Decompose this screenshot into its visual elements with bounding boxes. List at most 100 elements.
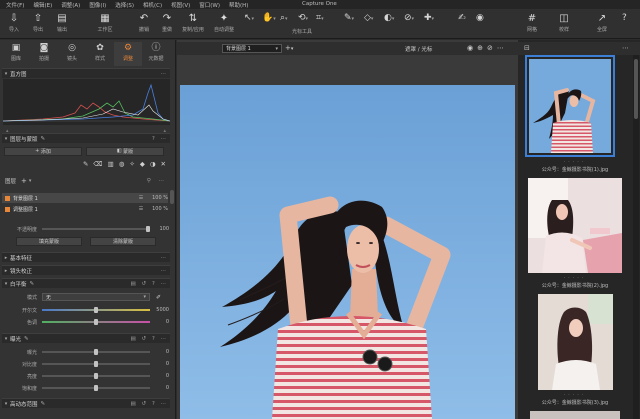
filmstrip-scrollbar[interactable]	[633, 55, 639, 419]
add-layer-button[interactable]: + 添加	[4, 146, 82, 156]
hdr-header[interactable]: ▾ 高动态范围 ✎ ▤ ↺ ? ⋯	[2, 398, 170, 408]
more-icon[interactable]: ⋯	[497, 44, 504, 52]
tab-metadata[interactable]: ⓘ 元数据	[142, 42, 170, 66]
more-icon[interactable]: ⋯	[622, 44, 629, 52]
header-actions-icon[interactable]: ▤ ↺ ? ⋯	[131, 336, 170, 342]
kelvin-slider[interactable]	[42, 307, 150, 313]
star-rating[interactable]: ·····	[518, 275, 632, 281]
layer-row[interactable]: 背景图层 1 ☰ 100 %	[2, 193, 168, 203]
pan-icon[interactable]: ✋▾	[262, 13, 276, 23]
header-actions-icon[interactable]: ⋯	[161, 268, 171, 274]
saturation-knob[interactable]	[94, 385, 98, 391]
exposure-header[interactable]: ▾ 曝光 ✎ ▤ ↺ ? ⋯	[2, 333, 170, 343]
heal-icon[interactable]: ✚▾	[424, 13, 434, 23]
brush-tool-icon[interactable]: ✎	[83, 160, 88, 168]
chevron-down-icon[interactable]: ▾	[29, 178, 32, 184]
refine-icon[interactable]: ◑	[150, 160, 156, 168]
basic-characteristics-header[interactable]: ▸ 基本特征 ⋯	[2, 252, 170, 262]
menu-select[interactable]: 选择(S)	[115, 1, 134, 9]
brush-icon[interactable]: ✎▾	[344, 13, 354, 23]
header-actions-icon[interactable]: ▤ ↺ ? ⋯	[131, 281, 170, 287]
menu-adjust[interactable]: 调整(A)	[61, 1, 80, 9]
header-actions-icon[interactable]: ⋯	[161, 255, 171, 261]
eyedropper-icon[interactable]: ✐	[156, 294, 161, 301]
magic-brush-icon[interactable]: ✧	[129, 160, 134, 168]
contrast-value[interactable]: 0	[155, 361, 169, 367]
menu-camera[interactable]: 相机(C)	[143, 1, 162, 9]
grid-button[interactable]: # 网格	[518, 11, 546, 33]
tab-library[interactable]: ▣ 图库	[2, 42, 30, 66]
workspace-button[interactable]: ▦ 工作区	[88, 11, 122, 33]
star-rating[interactable]: ·····	[518, 159, 632, 165]
contrast-slider[interactable]	[42, 361, 150, 367]
variant-select[interactable]: 背景图层 1 ▾	[222, 44, 282, 53]
proof-button[interactable]: ◫ 校样	[550, 11, 578, 33]
linear-gradient-icon[interactable]: ▥	[108, 160, 114, 168]
opacity-value[interactable]: 100	[155, 226, 169, 232]
opacity-slider[interactable]	[42, 226, 150, 232]
wb-mode-select[interactable]: 无 ▾	[42, 293, 150, 301]
sort-icon[interactable]: ⊟	[524, 44, 530, 52]
lens-correction-header[interactable]: ▸ 镜头校正 ⋯	[2, 265, 170, 275]
tab-adjust[interactable]: ⚙ 调整	[114, 42, 142, 66]
menu-file[interactable]: 文件(F)	[6, 1, 24, 9]
layer-visibility-checkbox[interactable]	[5, 206, 10, 212]
eraser-tool-icon[interactable]: ⌫	[93, 160, 102, 168]
layer-edit-icon[interactable]: ☰	[136, 206, 146, 212]
color-picker-icon[interactable]: ◉	[476, 13, 484, 23]
eye-icon[interactable]: ◉	[467, 44, 473, 52]
kelvin-value[interactable]: 5000	[155, 307, 169, 313]
contrast-knob[interactable]	[94, 361, 98, 367]
menu-window[interactable]: 窗口(W)	[199, 1, 220, 9]
zoom-icon[interactable]: ⌕▾	[280, 13, 288, 23]
annotate-icon[interactable]: ✍	[458, 13, 466, 23]
help-icon[interactable]: ?	[622, 13, 627, 23]
tint-knob[interactable]	[94, 319, 98, 325]
exposure-knob[interactable]	[94, 349, 98, 355]
trash-icon[interactable]: ✕	[161, 160, 166, 168]
thumbnail-4[interactable]	[530, 411, 620, 419]
cursor-icon[interactable]: ↖▾	[244, 13, 254, 23]
fill-mask-button[interactable]: 填充蒙版	[16, 236, 82, 246]
tab-capture[interactable]: ◙ 拍摄	[30, 42, 58, 66]
clear-mask-button[interactable]: 清除蒙版	[90, 236, 156, 246]
brightness-knob[interactable]	[94, 373, 98, 379]
kelvin-knob[interactable]	[94, 307, 98, 313]
copy-apply-button[interactable]: ⇅ 复制/应用	[176, 11, 210, 33]
menu-image[interactable]: 图像(I)	[89, 1, 106, 9]
output-button[interactable]: ▤ 输出	[48, 11, 76, 33]
radial-gradient-icon[interactable]: ◍	[119, 160, 125, 168]
auto-adjust-button[interactable]: ✦ 自动调整	[208, 11, 240, 33]
scroll-thumb[interactable]	[634, 59, 638, 119]
tint-slider[interactable]	[42, 319, 150, 325]
fill-icon[interactable]: ◆	[140, 160, 145, 168]
crop-icon[interactable]: ⌗▾	[316, 13, 324, 23]
tab-styles[interactable]: ✿ 样式	[86, 42, 114, 66]
exposure-value[interactable]: 0	[155, 349, 169, 355]
layer-options-icon[interactable]: ⚲ ⋯	[147, 178, 170, 184]
layers-scrollbar[interactable]	[170, 190, 174, 204]
layers-masks-header[interactable]: ▾ 图层与蒙版 ✎ ? ⋯	[2, 133, 170, 143]
saturation-value[interactable]: 0	[155, 385, 169, 391]
header-actions-icon[interactable]: ? ⋯	[152, 136, 170, 142]
main-photo[interactable]	[180, 85, 515, 419]
thumbnail-2[interactable]	[528, 178, 622, 273]
tint-value[interactable]: 0	[155, 319, 169, 325]
layer-edit-icon[interactable]: ☰	[136, 195, 146, 201]
eraser-icon[interactable]: ◇▾	[364, 13, 373, 23]
fullscreen-button[interactable]: ↗ 全屏	[588, 11, 616, 33]
menu-edit[interactable]: 编辑(E)	[33, 1, 52, 9]
brightness-slider[interactable]	[42, 373, 150, 379]
menu-view[interactable]: 视图(V)	[171, 1, 190, 9]
compare-icon[interactable]: ⊕	[477, 44, 483, 52]
add-layer-icon[interactable]: +	[21, 177, 27, 185]
layer-row[interactable]: 调整图层 1 ☰ 100 %	[2, 204, 168, 214]
opacity-knob[interactable]	[146, 226, 150, 232]
star-rating[interactable]: ·····	[518, 392, 632, 398]
rotate-icon[interactable]: ⟲▾	[298, 13, 308, 23]
brightness-value[interactable]: 0	[155, 373, 169, 379]
thumbnail-1[interactable]	[525, 55, 615, 157]
gradient-icon[interactable]: ◐▾	[384, 13, 394, 23]
more-icon[interactable]: ⋯	[161, 71, 171, 77]
saturation-slider[interactable]	[42, 385, 150, 391]
